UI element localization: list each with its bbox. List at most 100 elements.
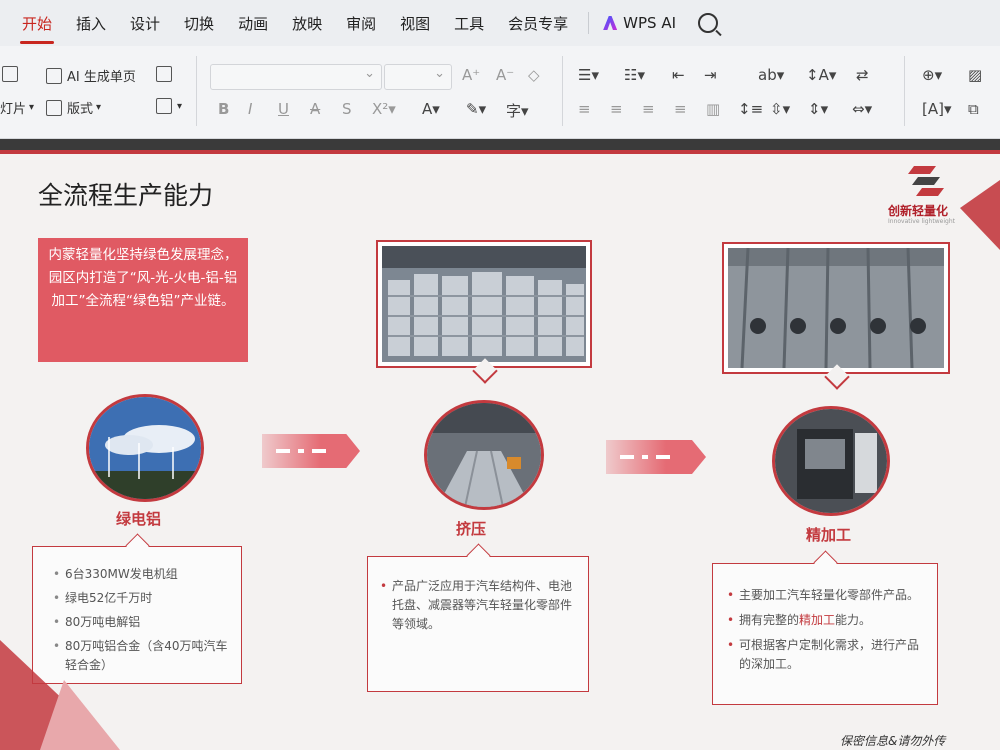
justify-icon[interactable]: ≡ (674, 100, 687, 118)
menu-tab-member[interactable]: 会员专享 (506, 9, 570, 38)
finishing-details: 主要加工汽车轻量化零部件产品。 拥有完整的精加工能力。 可根据客户定制化需求，进… (712, 563, 938, 705)
arrange-icon[interactable]: ⧉ (968, 100, 979, 118)
reset-icon[interactable] (156, 66, 177, 82)
wps-ai-button[interactable]: WPS AI (603, 14, 676, 32)
stage-label-green-aluminum: 绿电铝 (116, 510, 162, 528)
paragraph-spacing-icon[interactable]: ⇕▾ (808, 100, 828, 118)
machined-part-photo (722, 242, 950, 374)
shape-icon[interactable]: ⊕▾ (922, 66, 942, 84)
slide-canvas[interactable]: 全流程生产能力 创新轻量化 Innovative lightweight 内蒙轻… (0, 150, 1000, 750)
strikethrough-icon[interactable]: A (310, 100, 320, 118)
layout-label: 版式 (67, 102, 94, 117)
align-left-icon[interactable]: ≡ (578, 100, 591, 118)
extrusion-circle (424, 400, 544, 510)
shadow-icon[interactable]: S (342, 100, 352, 118)
cnc-machine-image (775, 409, 887, 513)
font-grow-icon[interactable]: A⁺ (462, 66, 480, 84)
phonetic-icon[interactable]: 字▾ (506, 100, 529, 121)
underline-icon[interactable]: U (278, 100, 289, 118)
layout-icon (46, 99, 62, 116)
capability-highlight: 精加工 (799, 613, 836, 627)
wps-ai-logo-icon (603, 16, 618, 30)
menu-tab-insert[interactable]: 插入 (74, 9, 108, 38)
search-icon[interactable] (698, 13, 719, 33)
highlight-icon[interactable]: ✎▾ (466, 100, 486, 118)
font-color-icon[interactable]: A▾ (422, 100, 440, 118)
menu-tab-slideshow[interactable]: 放映 (290, 9, 324, 38)
decrease-indent-icon[interactable]: ⇤ (672, 66, 685, 84)
extrusion-warehouse-photo (376, 240, 592, 368)
numbering-icon[interactable]: ☷▾ (624, 66, 645, 84)
align-right-icon[interactable]: ≡ (642, 100, 655, 118)
list-item: 拥有完整的精加工能力。 (725, 611, 929, 630)
list-item: 产品广泛应用于汽车结构件、电池托盘、减震器等汽车轻量化零部件等领域。 (378, 577, 578, 634)
brand-mark-icon (908, 166, 944, 196)
menu-tab-tools[interactable]: 工具 (452, 9, 486, 38)
flow-dash (620, 455, 634, 459)
slide-top-line (0, 150, 1000, 154)
textbox-icon[interactable]: [A]▾ (922, 100, 952, 118)
menu-tab-view[interactable]: 视图 (398, 9, 432, 38)
menu-tab-design[interactable]: 设计 (128, 9, 162, 38)
text-direction-icon[interactable]: ↕A▾ (806, 66, 836, 84)
flow-dash (642, 455, 648, 459)
increase-indent-icon[interactable]: ⇥ (704, 66, 717, 84)
flow-dash (656, 455, 670, 459)
ribbon-toolbar: AI 生成单页 灯片▾ 版式▾ ▾ A⁺ A⁻ ◇ B I U A S X²▾ … (0, 46, 1000, 139)
green-aluminum-details: 6台330MW发电机组 绿电52亿千万时 80万吨电解铝 80万吨铝合金（含40… (32, 546, 242, 684)
superscript-icon[interactable]: X²▾ (372, 100, 396, 118)
slide-label: 灯片 (0, 102, 27, 117)
flow-arrow-2 (606, 440, 706, 474)
new-slide-icon[interactable] (2, 66, 23, 82)
ribbon-divider (196, 56, 197, 126)
bullets-icon[interactable]: ☰▾ (578, 66, 599, 84)
wps-ai-label: WPS AI (623, 14, 677, 32)
align-center-icon[interactable]: ≡ (610, 100, 623, 118)
line-spacing-icon[interactable]: ↕≡ (738, 100, 763, 118)
brand-name: 创新轻量化 (888, 204, 949, 218)
flow-arrow-1 (262, 434, 360, 468)
layout-dropdown[interactable]: 版式 ▾ (46, 98, 101, 117)
picture-icon[interactable]: ▨ (968, 66, 982, 84)
ai-generate-button[interactable]: AI 生成单页 (46, 66, 136, 85)
column-icon[interactable]: ⇳▾ (770, 100, 790, 118)
slide-title: 全流程生产能力 (38, 181, 214, 210)
menu-tab-review[interactable]: 审阅 (344, 9, 378, 38)
section-glyph-icon (156, 98, 172, 114)
vertical-align-icon[interactable]: ⇔▾ (852, 100, 872, 118)
list-item: 可根据客户定制化需求，进行产品的深加工。 (725, 636, 929, 674)
intro-text-box: 内蒙轻量化坚持绿色发展理念，园区内打造了“风-光-火电-铝-铝加工”全流程“绿色… (38, 238, 248, 362)
capability-suffix: 能力。 (835, 613, 872, 627)
flow-dash (312, 449, 326, 453)
list-item: 80万吨电解铝 (51, 613, 233, 632)
ribbon-divider (904, 56, 905, 126)
machined-part-image (728, 247, 944, 369)
font-shrink-icon[interactable]: A⁻ (496, 66, 514, 84)
list-item: 80万吨铝合金（含40万吨汽车轻合金） (51, 637, 233, 675)
menu-tab-animation[interactable]: 动画 (236, 9, 270, 38)
ai-page-icon (46, 67, 62, 84)
menu-bar: 开始 插入 设计 切换 动画 放映 审阅 视图 工具 会员专享 WPS AI (0, 0, 1000, 46)
menu-tab-transition[interactable]: 切换 (182, 9, 216, 38)
convert-icon[interactable]: ⇄ (856, 66, 869, 84)
slide-dropdown[interactable]: 灯片 ▾ (0, 98, 34, 117)
bold-icon[interactable]: B (218, 100, 229, 118)
clear-format-icon[interactable]: ◇ (528, 66, 540, 84)
stage-label-finishing: 精加工 (806, 526, 852, 544)
italic-icon[interactable]: I (248, 100, 252, 118)
ai-generate-label: AI 生成单页 (67, 70, 136, 85)
wind-turbine-image (89, 397, 201, 499)
flow-dash (276, 449, 290, 453)
extrusion-details: 产品广泛应用于汽车结构件、电池托盘、减震器等汽车轻量化零部件等领域。 (367, 556, 589, 692)
char-spacing-icon[interactable]: ab▾ (758, 66, 784, 84)
reset-glyph-icon (156, 66, 172, 82)
confidential-footer: 保密信息&请勿外传 (840, 734, 946, 748)
menu-tab-start[interactable]: 开始 (20, 9, 55, 44)
stage-label-extrusion: 挤压 (456, 520, 487, 538)
distribute-icon[interactable]: ▥ (706, 100, 720, 118)
font-size-select[interactable] (384, 64, 452, 90)
menu-separator (588, 12, 590, 34)
font-family-select[interactable] (210, 64, 382, 90)
section-icon[interactable]: ▾ (156, 98, 182, 114)
flow-dash (298, 449, 304, 453)
